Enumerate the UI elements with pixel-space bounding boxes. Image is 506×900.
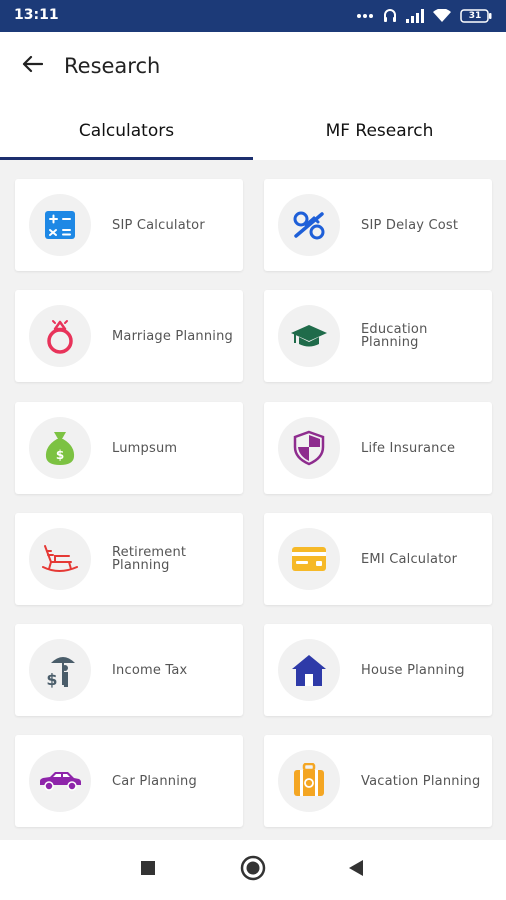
graduation-cap-icon xyxy=(278,305,340,367)
card-education-planning[interactable]: Education Planning xyxy=(264,290,492,382)
signal-icon xyxy=(406,9,424,23)
card-label: Income Tax xyxy=(112,662,188,678)
card-label: House Planning xyxy=(361,662,465,678)
card-label: SIP Delay Cost xyxy=(361,217,459,233)
page-title: Research xyxy=(64,54,161,78)
ring-icon xyxy=(29,305,91,367)
headset-icon xyxy=(383,8,397,24)
back-button[interactable] xyxy=(16,52,48,80)
card-icon xyxy=(278,528,340,590)
suitcase-icon xyxy=(278,750,340,812)
app-bar: Research xyxy=(0,32,506,100)
svg-text:$: $ xyxy=(46,670,57,689)
status-icons: 31 xyxy=(356,7,492,25)
card-label: Lumpsum xyxy=(112,440,178,456)
card-sip-delay-cost[interactable]: SIP Delay Cost xyxy=(264,179,492,271)
calculator-icon xyxy=(29,194,91,256)
system-nav-bar xyxy=(0,840,506,900)
card-label: Retirement Planning xyxy=(112,545,187,573)
card-label: Car Planning xyxy=(112,773,197,789)
card-car-planning[interactable]: Car Planning xyxy=(15,735,243,827)
back-triangle-icon xyxy=(347,859,365,881)
umbrella-dollar-icon: $ xyxy=(29,639,91,701)
car-icon xyxy=(29,750,91,812)
card-emi-calculator[interactable]: EMI Calculator xyxy=(264,513,492,605)
card-label: Life Insurance xyxy=(361,440,456,456)
card-lumpsum[interactable]: $ Lumpsum xyxy=(15,402,243,494)
card-label: Marriage Planning xyxy=(112,328,234,344)
battery-level: 31 xyxy=(468,11,482,21)
shield-icon xyxy=(278,417,340,479)
home-button[interactable] xyxy=(237,854,269,886)
back-arrow-icon xyxy=(21,55,44,77)
card-vacation-planning[interactable]: Vacation Planning xyxy=(264,735,492,827)
delay-cost-icon xyxy=(278,194,340,256)
card-house-planning[interactable]: House Planning xyxy=(264,624,492,716)
wifi-icon xyxy=(433,9,451,23)
calculator-grid: SIP Calculator SIP Delay Cost Marriage P… xyxy=(0,160,506,840)
card-life-insurance[interactable]: Life Insurance xyxy=(264,402,492,494)
card-label: SIP Calculator xyxy=(112,217,205,233)
card-marriage-planning[interactable]: Marriage Planning xyxy=(15,290,243,382)
tab-calculators[interactable]: Calculators xyxy=(0,100,253,160)
tab-mf-research[interactable]: MF Research xyxy=(253,100,506,160)
money-bag-icon: $ xyxy=(29,417,91,479)
card-label: Vacation Planning xyxy=(361,773,481,789)
home-circle-icon xyxy=(240,855,266,885)
card-sip-calculator[interactable]: SIP Calculator xyxy=(15,179,243,271)
card-label: EMI Calculator xyxy=(361,551,458,567)
battery-icon: 31 xyxy=(460,9,492,23)
tab-bar: Calculators MF Research xyxy=(0,100,506,160)
nav-back-button[interactable] xyxy=(340,854,372,886)
card-retirement-planning[interactable]: Retirement Planning xyxy=(15,513,243,605)
card-label: Education Planning xyxy=(361,322,428,350)
card-income-tax[interactable]: $ Income Tax xyxy=(15,624,243,716)
recents-square-icon xyxy=(140,860,156,880)
status-bar: 13:11 31 xyxy=(0,0,506,32)
house-icon xyxy=(278,639,340,701)
rocking-chair-icon xyxy=(29,528,91,590)
recents-button[interactable] xyxy=(132,854,164,886)
dots-icon xyxy=(356,13,374,19)
status-time: 13:11 xyxy=(14,7,59,23)
svg-text:$: $ xyxy=(56,448,64,462)
